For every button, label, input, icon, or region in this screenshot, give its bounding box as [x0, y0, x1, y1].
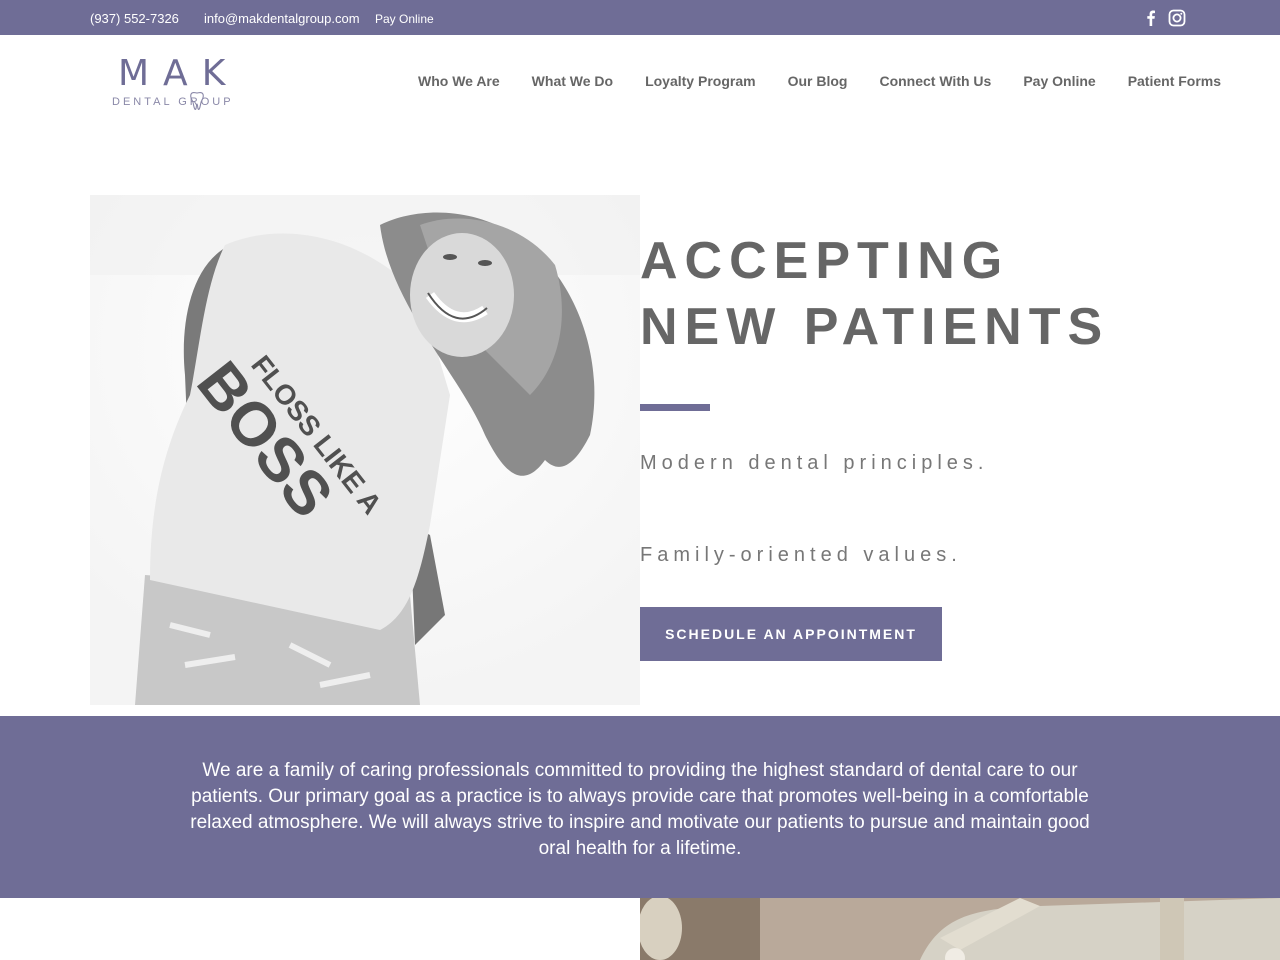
facebook-icon[interactable]: [1142, 9, 1160, 27]
hero-title-line-2: NEW PATIENTS: [640, 298, 1110, 356]
nav-pay-online[interactable]: Pay Online: [1023, 73, 1095, 89]
hero-tagline-2: Family-oriented values.: [640, 544, 962, 566]
nav-loyalty-program[interactable]: Loyalty Program: [645, 73, 755, 89]
main-nav: Who We Are What We Do Loyalty Program Ou…: [418, 73, 1221, 89]
hero-title-line-1: ACCEPTING: [640, 232, 1010, 290]
topbar-pay-online-link[interactable]: Pay Online: [375, 12, 434, 26]
nav-who-we-are[interactable]: Who We Are: [418, 73, 500, 89]
nav-our-blog[interactable]: Our Blog: [788, 73, 848, 89]
dental-office-photo: [640, 898, 1280, 960]
site-header: MAK DENTAL GROUP Who We Are What We Do L…: [0, 35, 1280, 130]
mission-text: We are a family of caring professionals …: [190, 760, 1090, 859]
nav-patient-forms[interactable]: Patient Forms: [1128, 73, 1221, 89]
logo-subtitle: DENTAL GROUP: [112, 96, 234, 108]
hero-title: ACCEPTING NEW PATIENTS: [640, 228, 1109, 360]
phone-number[interactable]: (937) 552-7326: [90, 11, 179, 26]
email-link[interactable]: info@makdentalgroup.com: [204, 11, 360, 26]
hero-tagline-1: Modern dental principles.: [640, 452, 989, 474]
tooth-icon: [190, 91, 204, 110]
site-logo[interactable]: MAK DENTAL GROUP: [110, 53, 280, 113]
instagram-icon[interactable]: [1168, 9, 1186, 27]
hero-photo: FLOSS LIKE A BOSS: [90, 195, 640, 705]
top-bar: (937) 552-7326 info@makdentalgroup.com P…: [0, 0, 1280, 35]
schedule-appointment-button[interactable]: SCHEDULE AN APPOINTMENT: [640, 607, 942, 661]
logo-wordmark: MAK: [118, 53, 240, 94]
nav-connect-with-us[interactable]: Connect With Us: [879, 73, 991, 89]
nav-what-we-do[interactable]: What We Do: [532, 73, 613, 89]
mission-section: We are a family of caring professionals …: [0, 716, 1280, 898]
hero-divider: [640, 404, 710, 411]
